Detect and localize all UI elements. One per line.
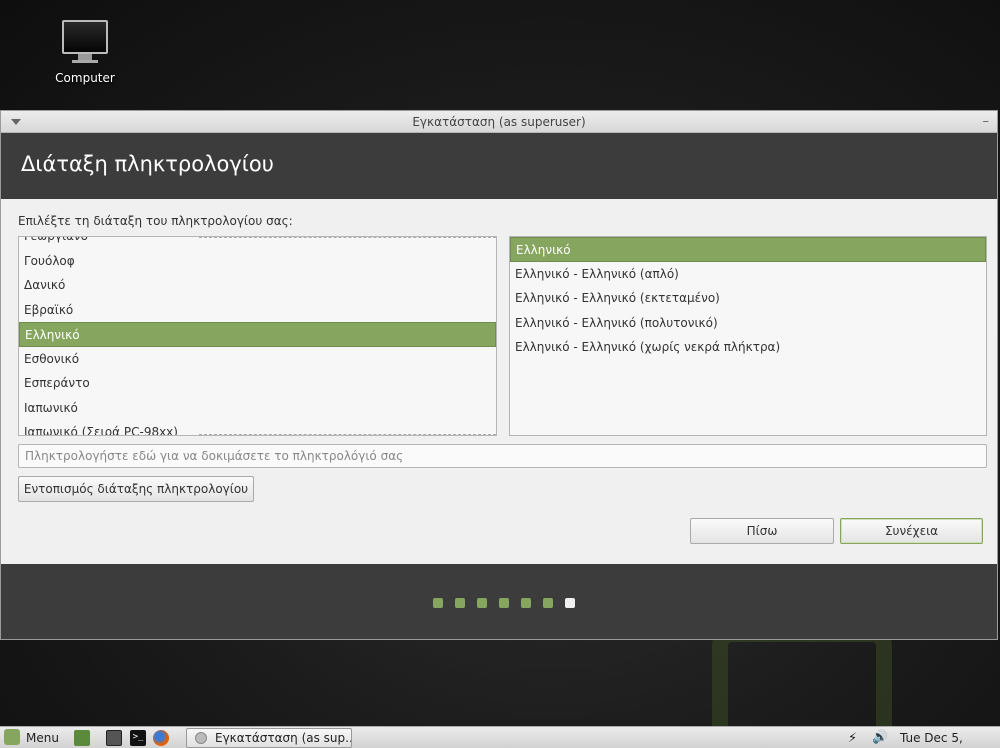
clock[interactable]: Tue Dec 5, 17:01 xyxy=(900,727,1000,748)
show-desktop-icon[interactable] xyxy=(74,730,90,746)
mint-menu-icon xyxy=(4,729,20,745)
back-button[interactable]: Πίσω xyxy=(690,518,834,544)
list-item[interactable]: Δανικό xyxy=(19,273,496,298)
network-icon[interactable]: ⚡ xyxy=(848,731,857,746)
taskbar: Menu >_ Εγκατάσταση (as sup... ⚡ 🔊 Tue D… xyxy=(0,726,1000,748)
list-item[interactable]: Ελληνικό xyxy=(510,237,986,262)
list-item[interactable]: Ιαπωνικό xyxy=(19,396,496,421)
progress-dot xyxy=(433,598,443,608)
detect-layout-button[interactable]: Εντοπισμός διάταξης πληκτρολογίου xyxy=(18,476,254,502)
page-header: Διάταξη πληκτρολογίου xyxy=(1,133,997,199)
list-item[interactable]: Εσθονικό xyxy=(19,347,496,372)
list-item[interactable]: Ελληνικό - Ελληνικό (πολυτονικό) xyxy=(510,311,986,336)
layout-prompt: Επιλέξτε τη διάταξη του πληκτρολογίου σα… xyxy=(18,214,293,228)
variant-list[interactable]: Ελληνικό Ελληνικό - Ελληνικό (απλό) Ελληνι… xyxy=(509,236,987,436)
list-item[interactable]: Εσπεράντο xyxy=(19,371,496,396)
desktop-icon-label: Computer xyxy=(55,71,115,85)
window-titlebar[interactable]: Εγκατάσταση (as superuser) – xyxy=(1,111,997,133)
window-menu-icon[interactable] xyxy=(11,119,21,125)
main-content: Επιλέξτε τη διάταξη του πληκτρολογίου σα… xyxy=(1,199,997,564)
progress-dot xyxy=(521,598,531,608)
terminal-icon[interactable]: >_ xyxy=(130,730,146,746)
list-item[interactable]: Εβραϊκό xyxy=(19,298,496,323)
keyboard-test-input[interactable] xyxy=(18,444,987,468)
list-item[interactable]: Ελληνικό - Ελληνικό (εκτεταμένο) xyxy=(510,286,986,311)
minimize-icon[interactable]: – xyxy=(983,111,990,133)
page-title: Διάταξη πληκτρολογίου xyxy=(21,152,274,176)
installer-window: Εγκατάσταση (as superuser) – Διάταξη πλη… xyxy=(0,110,998,640)
taskbar-window-button[interactable]: Εγκατάσταση (as sup... xyxy=(186,728,352,748)
continue-button[interactable]: Συνέχεια xyxy=(840,518,983,544)
volume-icon[interactable]: 🔊 xyxy=(872,730,888,745)
progress-dot xyxy=(499,598,509,608)
list-item[interactable]: Ελληνικό - Ελληνικό (απλό) xyxy=(510,262,986,287)
monitor-icon xyxy=(62,20,108,54)
file-manager-icon[interactable] xyxy=(106,730,122,746)
layout-list[interactable]: Γεωργιανό Γουόλοφ Δανικό Εβραϊκό Ελληνικό Εσθ… xyxy=(18,236,497,436)
window-title: Εγκατάσταση (as superuser) xyxy=(412,115,586,129)
list-item[interactable]: Ελληνικό - Ελληνικό (χωρίς νεκρά πλήκτρα… xyxy=(510,335,986,360)
menu-label: Menu xyxy=(26,731,59,745)
progress-dot xyxy=(455,598,465,608)
progress-dot xyxy=(565,598,575,608)
progress-footer xyxy=(1,564,997,639)
progress-dot xyxy=(477,598,487,608)
progress-dot xyxy=(543,598,553,608)
list-item[interactable]: Γουόλοφ xyxy=(19,249,496,274)
installer-disc-icon xyxy=(195,732,207,744)
firefox-icon[interactable] xyxy=(153,730,169,746)
progress-dots xyxy=(433,598,575,608)
menu-button[interactable]: Menu xyxy=(4,727,59,748)
taskbar-window-label: Εγκατάσταση (as sup... xyxy=(215,731,352,745)
desktop-computer-icon[interactable]: Computer xyxy=(50,20,120,85)
mint-logo-wallpaper xyxy=(712,626,892,726)
list-item[interactable]: Ελληνικό xyxy=(19,322,496,347)
